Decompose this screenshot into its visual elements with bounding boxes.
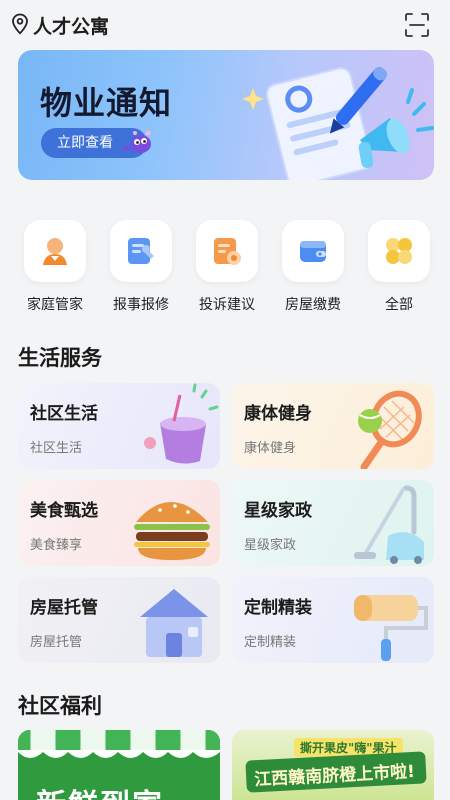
- location-pin-icon[interactable]: [11, 13, 29, 35]
- headline-ribbon: 江西赣南脐橙上市啦!: [245, 751, 427, 793]
- paint-roller-illustration: [354, 595, 428, 661]
- vacuum-cleaner-illustration: [354, 485, 424, 564]
- quick-menu: 家庭管家 报事报修 投诉建议 房屋缴费 全部: [0, 220, 450, 320]
- card-subtitle: 星级家政: [244, 538, 297, 553]
- card-subtitle: 社区生活: [30, 441, 83, 456]
- party-drink-illustration: [144, 383, 219, 464]
- housekeeper-icon: [43, 238, 67, 265]
- service-card-property-custody[interactable]: 房屋托管 房屋托管: [18, 577, 220, 663]
- quick-item-tile: [196, 220, 258, 282]
- quick-item-tile: [368, 220, 430, 282]
- card-title: 康体健身: [244, 404, 312, 424]
- quick-item-label: 报事报修: [113, 297, 169, 313]
- scan-icon[interactable]: [404, 12, 430, 38]
- quick-item-label: 投诉建议: [199, 297, 255, 313]
- quick-item-all[interactable]: 全部: [356, 220, 442, 320]
- quick-item-tile: [282, 220, 344, 282]
- service-card-fitness[interactable]: 康体健身 康体健身: [232, 383, 434, 469]
- quick-item-tile: [24, 220, 86, 282]
- card-title: 星级家政: [244, 501, 312, 521]
- banner-title: 物业通知: [40, 84, 173, 122]
- quick-item-payment[interactable]: 房屋缴费: [270, 220, 356, 320]
- grid-all-icon: [386, 238, 412, 264]
- life-services-title: 生活服务: [18, 346, 102, 370]
- tennis-racket-illustration: [358, 390, 422, 469]
- notice-banner[interactable]: 物业通知 立即查看: [18, 50, 434, 180]
- quick-item-housekeeper[interactable]: 家庭管家: [12, 220, 98, 320]
- house-illustration: [140, 589, 208, 657]
- repair-report-icon: [128, 238, 154, 264]
- welfare-orange-headline: 江西赣南脐橙上市啦!: [253, 761, 416, 791]
- card-title: 定制精装: [244, 598, 312, 618]
- quick-item-tile: [110, 220, 172, 282]
- location-name[interactable]: 人才公寓: [33, 12, 109, 39]
- card-subtitle: 定制精装: [244, 635, 297, 650]
- welfare-fresh-text: 新鲜到家: [36, 780, 164, 800]
- welfare-card-fresh-delivery[interactable]: 新鲜到家: [18, 730, 220, 800]
- service-card-custom-decoration[interactable]: 定制精装 定制精装: [232, 577, 434, 663]
- service-card-food[interactable]: 美食甄选 美食臻享: [18, 480, 220, 566]
- quick-item-repair[interactable]: 报事报修: [98, 220, 184, 320]
- wallet-icon: [300, 241, 326, 262]
- top-bar: 人才公寓: [0, 0, 450, 50]
- card-title: 房屋托管: [30, 598, 98, 618]
- complaint-icon: [214, 238, 241, 265]
- card-title: 社区生活: [30, 404, 98, 424]
- card-subtitle: 美食臻享: [30, 538, 83, 553]
- quick-item-label: 房屋缴费: [285, 297, 341, 313]
- service-card-community-life[interactable]: 社区生活 社区生活: [18, 383, 220, 469]
- welfare-title: 社区福利: [18, 694, 102, 718]
- notice-document-illustration: [242, 67, 434, 180]
- card-subtitle: 房屋托管: [30, 635, 83, 650]
- quick-item-complaint[interactable]: 投诉建议: [184, 220, 270, 320]
- card-title: 美食甄选: [30, 501, 98, 521]
- service-card-housekeeping[interactable]: 星级家政 星级家政: [232, 480, 434, 566]
- mascot-icon: [122, 130, 151, 153]
- card-subtitle: 康体健身: [244, 441, 297, 456]
- welfare-card-navel-orange[interactable]: 撕开果皮"嗨"果汁 江西赣南脐橙上市啦!: [232, 730, 434, 800]
- quick-item-label: 全部: [385, 297, 413, 313]
- view-now-label: 立即查看: [57, 135, 113, 151]
- burger-illustration: [134, 502, 210, 560]
- quick-item-label: 家庭管家: [27, 297, 83, 313]
